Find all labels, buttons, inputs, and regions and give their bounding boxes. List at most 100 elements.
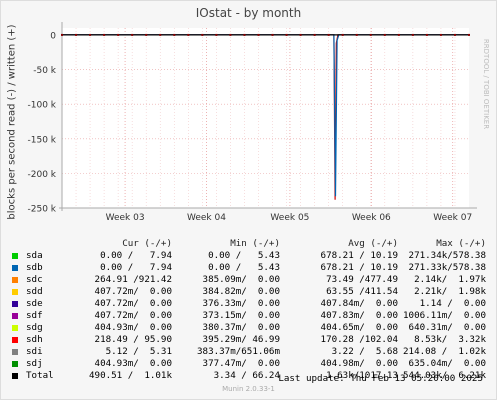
legend-row: sdf 407.72m/ 0.00 373.15m/ 0.00 407.83m/ 0.… [12, 310, 492, 322]
legend-row: sdh 218.49 / 95.90 395.29m/ 46.99 170.28 /1… [12, 334, 492, 346]
zero-marker [187, 33, 190, 36]
zero-marker [313, 33, 316, 36]
legend-cur: 404.93m/ 0.00 [94, 358, 172, 369]
legend-cur: 5.12 / 5.31 [105, 346, 172, 357]
legend-min: 377.47m/ 0.00 [202, 358, 280, 369]
x-tick-label: Week 07 [433, 213, 472, 223]
legend-row: sdb 0.00 / 7.94 0.00 / 5.43 678.21 / 10.19 2… [12, 262, 492, 274]
legend-max: 271.33k/578.38 [408, 262, 486, 273]
legend-row: sdc 264.91 /921.42 385.09m/ 0.00 73.49 /477… [12, 274, 492, 286]
col-cur-header: Cur (-/+) [122, 238, 172, 249]
zero-marker [271, 33, 274, 36]
zero-marker [243, 33, 246, 36]
legend-max: 1006.11m/ 0.00 [403, 310, 486, 321]
legend-swatch [12, 325, 18, 331]
legend-min: 384.82m/ 0.00 [202, 286, 280, 297]
legend-swatch [12, 277, 18, 283]
legend-name: sda [26, 250, 43, 261]
chart-plot: 0 -50 k -100 k -150 k -200 k -250 k Week 03 Wee… [28, 22, 477, 223]
col-min-header: Min (-/+) [230, 238, 280, 249]
last-update: Last update: Thu Feb 13 05:20:00 2025 [278, 373, 483, 384]
legend-row: sdd 407.72m/ 0.00 384.82m/ 0.00 63.55 /411.… [12, 286, 492, 298]
zero-marker [369, 33, 372, 36]
legend-avg: 678.21 / 10.19 [320, 250, 398, 261]
zero-marker [355, 33, 358, 36]
legend-name: sdc [26, 274, 43, 285]
y-tick-label: -200 k [28, 170, 57, 180]
legend-row: sda 0.00 / 7.94 0.00 / 5.43 678.21 / 10.19 2… [12, 250, 492, 262]
legend-row: sde 407.72m/ 0.00 376.33m/ 0.00 407.84m/ 0.… [12, 298, 492, 310]
legend-name: sdf [26, 310, 43, 321]
legend-cur: 404.93m/ 0.00 [94, 322, 172, 333]
legend-avg: 73.49 /477.49 [326, 274, 398, 285]
legend-name: sdg [26, 322, 43, 333]
legend-avg: 404.65m/ 0.00 [320, 322, 398, 333]
legend-row: sdj 404.93m/ 0.00 377.47m/ 0.00 404.98m/ 0.… [12, 358, 492, 370]
legend-swatch [12, 361, 18, 367]
legend-cur: 407.72m/ 0.00 [94, 298, 172, 309]
legend-max: 635.04m/ 0.00 [408, 358, 486, 369]
plot-area [62, 28, 469, 208]
legend-avg: 170.28 /102.04 [320, 334, 398, 345]
col-max-header: Max (-/+) [436, 238, 486, 249]
legend-cur: 264.91 /921.42 [94, 274, 172, 285]
legend-min: 395.29m/ 46.99 [202, 334, 280, 345]
legend-avg: 678.21 / 10.19 [320, 262, 398, 273]
legend-swatch [12, 349, 18, 355]
legend-cur: 0.00 / 7.94 [100, 262, 172, 273]
legend-cur: 0.00 / 7.94 [100, 250, 172, 261]
legend-name: sde [26, 298, 43, 309]
zero-marker [75, 33, 78, 36]
legend-row: sdg 404.93m/ 0.00 380.37m/ 0.00 404.65m/ 0.… [12, 322, 492, 334]
legend-swatch [12, 253, 18, 259]
col-avg-header: Avg (-/+) [348, 238, 398, 249]
legend-max: 2.21k/ 1.98k [414, 286, 486, 297]
legend-max: 1.14 / 0.00 [419, 298, 486, 309]
zero-marker [61, 33, 63, 36]
munin-footer: Munin 2.0.33-1 [222, 385, 275, 393]
zero-marker [117, 33, 120, 36]
zero-marker [425, 33, 428, 36]
y-tick-label: -150 k [28, 135, 57, 145]
legend-avg: 63.55 /411.54 [326, 286, 398, 297]
legend-swatch [12, 301, 18, 307]
x-tick-label: Week 06 [352, 213, 391, 223]
legend-avg: 407.83m/ 0.00 [320, 310, 398, 321]
legend-min: 383.37m/651.06m [197, 346, 280, 357]
legend-swatch [12, 313, 18, 319]
legend-min: 380.37m/ 0.00 [202, 322, 280, 333]
legend-min: 0.00 / 5.43 [208, 250, 280, 261]
zero-marker [383, 33, 386, 36]
legend-name: sdh [26, 334, 43, 345]
legend-cur: 407.72m/ 0.00 [94, 286, 172, 297]
zero-marker [257, 33, 260, 36]
zero-marker [341, 33, 344, 36]
x-tick-label: Week 03 [106, 213, 145, 223]
legend-name: sdi [26, 346, 43, 357]
legend-swatch [12, 337, 18, 343]
legend-min: 0.00 / 5.43 [208, 262, 280, 273]
zero-marker [89, 33, 92, 36]
legend-cur: 218.49 / 95.90 [94, 334, 172, 345]
legend-max: 8.53k/ 3.32k [414, 334, 486, 345]
zero-marker [285, 33, 288, 36]
x-tick-label: Week 04 [187, 213, 226, 223]
zero-marker [103, 33, 106, 36]
legend-name: sdj [26, 358, 43, 369]
legend-min: 376.33m/ 0.00 [202, 298, 280, 309]
zero-marker [453, 33, 456, 36]
zero-marker [468, 33, 470, 36]
legend-cur: 407.72m/ 0.00 [94, 310, 172, 321]
zero-marker [201, 33, 204, 36]
zero-marker [397, 33, 400, 36]
zero-marker [131, 33, 134, 36]
zero-marker [439, 33, 442, 36]
zero-marker [173, 33, 176, 36]
legend-max: 214.08 / 1.02k [403, 346, 486, 357]
legend-name: sdb [26, 262, 43, 273]
legend-avg: 407.84m/ 0.00 [320, 298, 398, 309]
legend-min: 373.15m/ 0.00 [202, 310, 280, 321]
y-tick-label: 0 [50, 31, 56, 41]
legend-swatch [12, 289, 18, 295]
legend-max: 2.14k/ 1.97k [414, 274, 486, 285]
